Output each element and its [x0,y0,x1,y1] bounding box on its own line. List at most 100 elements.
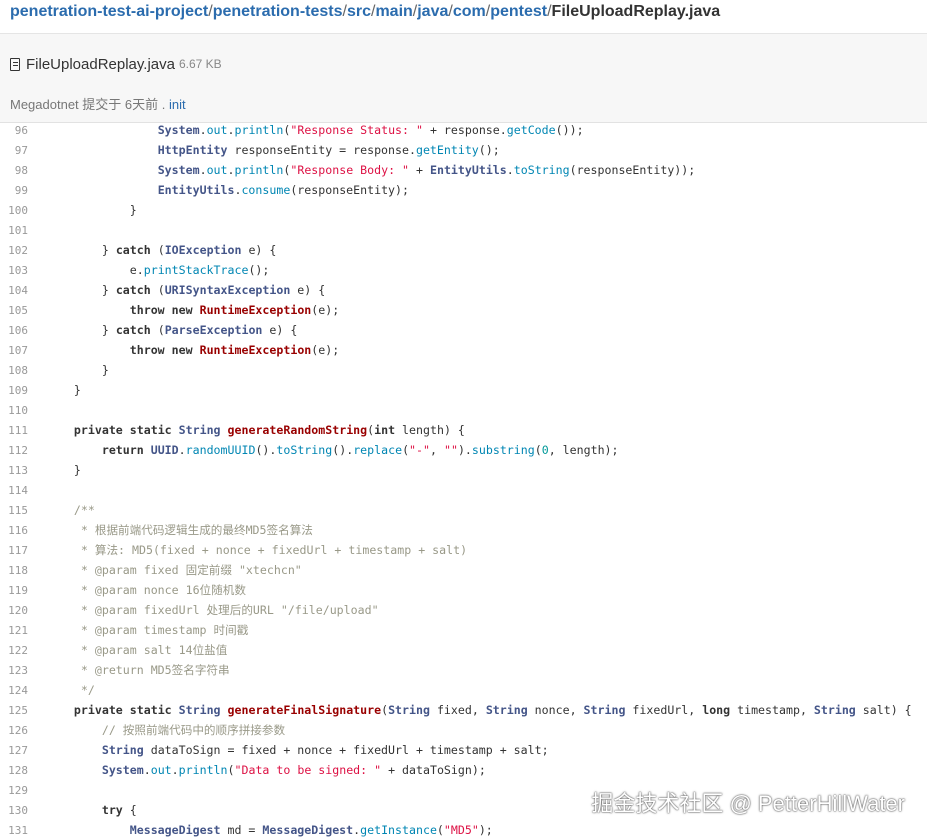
code-text: */ [46,683,95,697]
code-line: 125 private static String generateFinalS… [0,700,927,720]
code-text: } catch (IOException e) { [46,243,277,257]
code-line: 106 } catch (ParseException e) { [0,320,927,340]
code-line: 112 return UUID.randomUUID().toString().… [0,440,927,460]
line-number[interactable]: 102 [0,244,28,257]
line-number[interactable]: 100 [0,204,28,217]
code-line: 108 } [0,360,927,380]
line-number[interactable]: 121 [0,624,28,637]
line-number[interactable]: 111 [0,424,28,437]
breadcrumb-link[interactable]: penetration-tests [213,3,343,20]
line-number[interactable]: 108 [0,364,28,377]
code-line: 126 // 按照前端代码中的顺序拼接参数 [0,720,927,740]
line-number[interactable]: 117 [0,544,28,557]
breadcrumb-link[interactable]: java [417,3,448,20]
code-text: String dataToSign = fixed + nonce + fixe… [101,743,549,757]
code-text: } [46,363,109,377]
code-line: 107 throw new RuntimeException(e); [0,340,927,360]
code-text: } catch (URISyntaxException e) { [46,283,326,297]
code-text: * 根据前端代码逻辑生成的最终MD5签名算法 [46,523,313,537]
line-number[interactable]: 112 [0,444,28,457]
code-line: 97 HttpEntity responseEntity = response.… [0,140,927,160]
line-number[interactable]: 127 [0,744,28,757]
commit-author[interactable]: Megadotnet [10,97,79,112]
commit-time: 提交于 6天前 . [82,97,166,112]
code-line: 103 e.printStackTrace(); [0,260,927,280]
breadcrumb-link[interactable]: main [375,3,412,20]
breadcrumb-link[interactable]: src [347,3,371,20]
line-number[interactable]: 99 [0,184,28,197]
breadcrumb-current: FileUploadReplay.java [551,3,721,20]
line-number[interactable]: 106 [0,324,28,337]
line-number[interactable]: 103 [0,264,28,277]
breadcrumb-link[interactable]: com [453,3,486,20]
line-number[interactable]: 116 [0,524,28,537]
code-text: * 算法: MD5(fixed + nonce + fixedUrl + tim… [46,543,468,557]
file-header: FileUploadReplay.java 6.67 KB Megadotnet… [0,34,927,123]
code-line: 114 [0,480,927,500]
line-number[interactable]: 123 [0,664,28,677]
code-text: e.printStackTrace(); [46,263,270,277]
breadcrumb: penetration-test-ai-project/penetration-… [10,0,720,24]
line-number[interactable]: 124 [0,684,28,697]
code-line: 110 [0,400,927,420]
line-number[interactable]: 113 [0,464,28,477]
line-number[interactable]: 126 [0,724,28,737]
code-line: 116 * 根据前端代码逻辑生成的最终MD5签名算法 [0,520,927,540]
code-line: 124 */ [0,680,927,700]
watermark: 掘金技术社区 @ PetterHillWater [591,791,905,816]
line-number[interactable]: 129 [0,784,28,797]
line-number[interactable]: 96 [0,124,28,137]
code-text: EntityUtils.consume(responseEntity); [157,183,409,197]
breadcrumb-link[interactable]: penetration-test-ai-project [10,3,208,20]
line-number[interactable]: 120 [0,604,28,617]
code-line: 120 * @param fixedUrl 处理后的URL "/file/upl… [0,600,927,620]
line-number[interactable]: 114 [0,484,28,497]
code-text: * @return MD5签名字符串 [46,663,230,677]
code-line: 113 } [0,460,927,480]
line-number[interactable]: 115 [0,504,28,517]
line-number[interactable]: 110 [0,404,28,417]
line-number[interactable]: 119 [0,584,28,597]
line-number[interactable]: 130 [0,804,28,817]
code-text: } catch (ParseException e) { [46,323,298,337]
code-text: HttpEntity responseEntity = response.get… [157,143,500,157]
code-line: 119 * @param nonce 16位随机数 [0,580,927,600]
line-number[interactable]: 101 [0,224,28,237]
code-text: return UUID.randomUUID().toString().repl… [101,443,619,457]
line-number[interactable]: 105 [0,304,28,317]
commit-message-link[interactable]: init [169,97,186,112]
line-number[interactable]: 125 [0,704,28,717]
line-number[interactable]: 109 [0,384,28,397]
code-text: * @param salt 14位盐值 [46,643,228,657]
line-number[interactable]: 118 [0,564,28,577]
code-line: 109 } [0,380,927,400]
code-text: // 按照前端代码中的顺序拼接参数 [46,723,286,737]
code-text: } [46,203,137,217]
code-view: 96 System.out.println("Response Status: … [0,120,927,840]
code-text: /** [46,503,95,517]
code-text: * @param timestamp 时间戳 [46,623,249,637]
line-number[interactable]: 104 [0,284,28,297]
code-line: 101 [0,220,927,240]
breadcrumb-link[interactable]: pentest [490,3,547,20]
code-line: 131 MessageDigest md = MessageDigest.get… [0,820,927,840]
code-line: 122 * @param salt 14位盐值 [0,640,927,660]
line-number[interactable]: 128 [0,764,28,777]
code-text: * @param nonce 16位随机数 [46,583,246,597]
line-number[interactable]: 107 [0,344,28,357]
line-number[interactable]: 98 [0,164,28,177]
code-text: * @param fixed 固定前缀 "xtechcn" [46,563,302,577]
code-text: } [46,463,81,477]
line-number[interactable]: 97 [0,144,28,157]
code-line: 100 } [0,200,927,220]
code-line: 96 System.out.println("Response Status: … [0,120,927,140]
code-text: System.out.println("Data to be signed: "… [101,763,486,777]
line-number[interactable]: 122 [0,644,28,657]
line-number[interactable]: 131 [0,824,28,837]
code-line: 128 System.out.println("Data to be signe… [0,760,927,780]
code-line: 99 EntityUtils.consume(responseEntity); [0,180,927,200]
code-line: 111 private static String generateRandom… [0,420,927,440]
code-line: 118 * @param fixed 固定前缀 "xtechcn" [0,560,927,580]
code-line: 123 * @return MD5签名字符串 [0,660,927,680]
code-text: MessageDigest md = MessageDigest.getInst… [129,823,493,837]
